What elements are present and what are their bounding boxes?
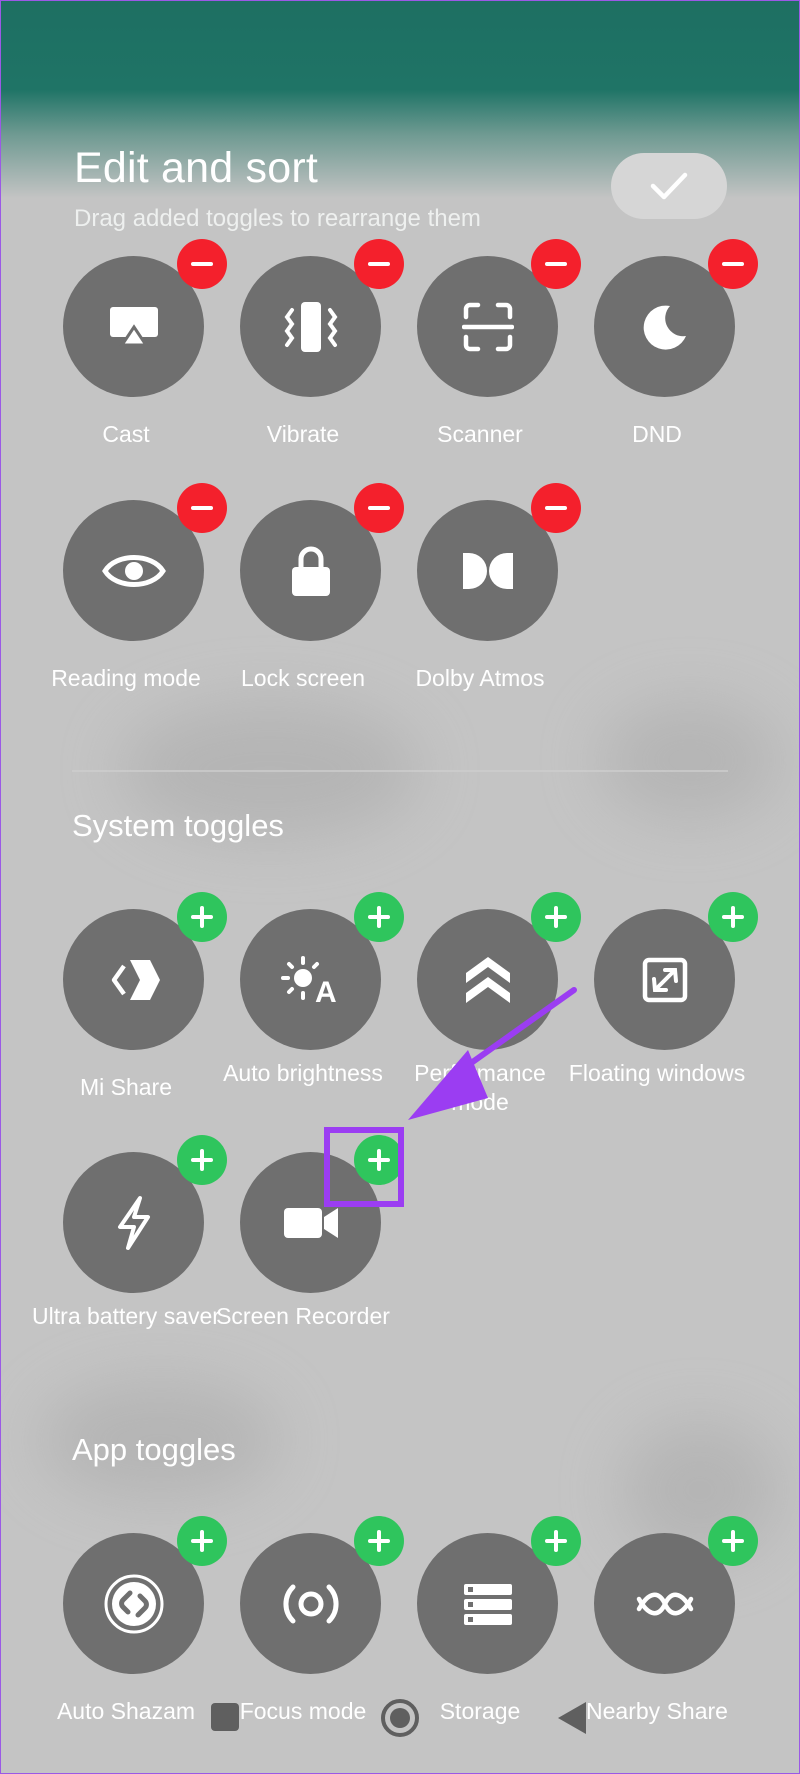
navigation-bar	[0, 1690, 800, 1760]
toggle-lock-screen[interactable]: Lock screen	[215, 483, 404, 720]
floating-window-icon	[642, 957, 687, 1002]
toggle-dolby-atmos[interactable]: Dolby Atmos	[392, 483, 581, 720]
toggle-cast[interactable]: Cast	[38, 239, 227, 476]
home-button[interactable]	[380, 1698, 420, 1743]
section-title-app-toggles: App toggles	[72, 1432, 236, 1467]
done-button[interactable]	[611, 153, 727, 219]
section-divider	[72, 770, 728, 772]
toggle-label: Screen Recorder	[216, 1303, 390, 1329]
recents-icon	[211, 1703, 239, 1731]
storage-icon	[463, 1583, 512, 1625]
lightning-icon	[117, 1195, 150, 1250]
minus-icon	[545, 262, 567, 266]
page-title: Edit and sort	[74, 144, 319, 192]
check-icon	[650, 172, 688, 200]
minus-icon	[368, 262, 390, 266]
toggle-label: Auto brightness	[223, 1060, 383, 1086]
page-subtitle: Drag added toggles to rearrange them	[74, 205, 481, 232]
remove-toggle-button[interactable]	[708, 239, 758, 289]
nearby-share-icon	[636, 1592, 693, 1615]
toggle-reading-mode[interactable]: Reading mode	[38, 483, 227, 720]
focus-icon	[282, 1584, 339, 1623]
toggle-label: Ultra battery saver	[32, 1303, 220, 1329]
toggle-floating-windows[interactable]: Floating windows	[569, 892, 758, 1129]
minus-icon	[722, 262, 744, 266]
toggle-performance-mode[interactable]: Performance mode	[392, 892, 581, 1129]
minus-icon	[545, 506, 567, 510]
section-title-system-toggles: System toggles	[72, 808, 284, 843]
home-icon	[381, 1699, 419, 1737]
remove-toggle-button[interactable]	[531, 483, 581, 533]
toggle-label: Mi Share	[79, 1074, 173, 1100]
toggle-dnd[interactable]: DND	[569, 239, 758, 476]
svg-text:A: A	[315, 976, 337, 1006]
shazam-icon	[104, 1574, 163, 1633]
toggle-label: Lock screen	[240, 665, 365, 691]
back-icon	[558, 1702, 586, 1734]
minus-icon	[191, 262, 213, 266]
toggle-label: Floating windows	[568, 1060, 746, 1086]
lock-icon	[291, 546, 330, 596]
eye-icon	[101, 554, 166, 587]
toggle-label: Scanner	[437, 421, 523, 447]
mi-share-icon	[111, 959, 160, 1000]
background-blur	[600, 700, 780, 820]
scanner-icon	[461, 302, 514, 351]
back-button[interactable]	[556, 1700, 588, 1741]
toggle-label: Dolby Atmos	[415, 665, 545, 691]
add-toggle-button[interactable]	[708, 1516, 758, 1566]
toggle-auto-brightness[interactable]: A Auto brightness	[215, 892, 404, 1129]
minus-icon	[368, 506, 390, 510]
recents-button[interactable]	[210, 1702, 240, 1737]
video-camera-icon	[283, 1207, 338, 1238]
dolby-icon	[462, 552, 513, 589]
toggle-vibrate[interactable]: Vibrate	[215, 239, 404, 476]
cast-icon	[109, 306, 158, 346]
moon-icon	[643, 305, 686, 350]
toggle-scanner[interactable]: Scanner	[392, 239, 581, 476]
toggle-label: DND	[632, 421, 682, 447]
add-toggle-button[interactable]	[708, 892, 758, 942]
minus-icon	[191, 506, 213, 510]
annotation-highlight-box	[324, 1127, 404, 1207]
toggle-ultra-battery-saver[interactable]: Ultra battery saver	[32, 1135, 227, 1372]
toggle-mi-share[interactable]: Mi Share	[38, 892, 227, 1129]
toggle-label: Cast	[102, 421, 150, 447]
toggle-label: Reading mode	[51, 665, 201, 691]
vibrate-icon	[284, 301, 337, 352]
toggle-label: Performance mode	[414, 1060, 546, 1115]
auto-brightness-icon: A	[280, 955, 337, 1006]
toggle-label: Vibrate	[266, 421, 340, 447]
performance-icon	[465, 956, 510, 1003]
